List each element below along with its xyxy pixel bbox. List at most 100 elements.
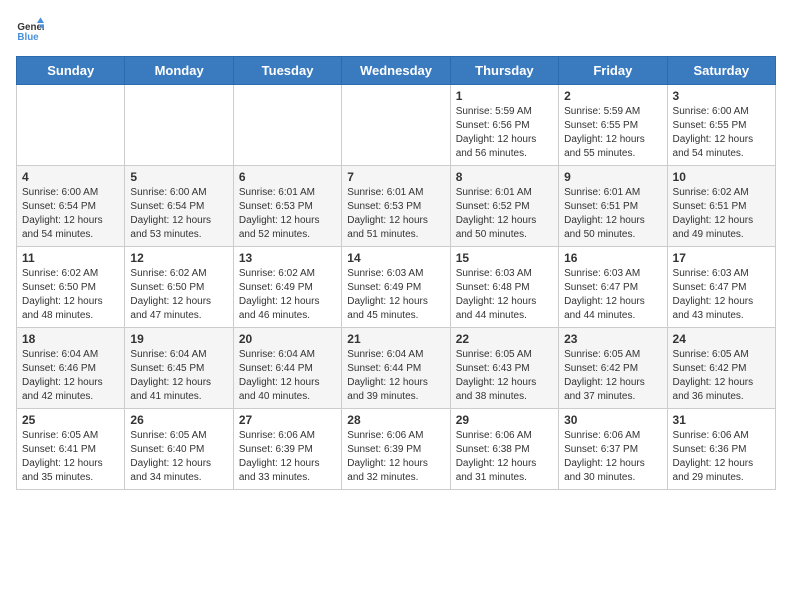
- day-header-tuesday: Tuesday: [233, 57, 341, 85]
- cell-content: Sunrise: 6:01 AM Sunset: 6:53 PM Dayligh…: [239, 186, 336, 242]
- day-number: 27: [239, 413, 336, 427]
- day-number: 30: [564, 413, 661, 427]
- calendar-week-1: 1 Sunrise: 5:59 AM Sunset: 6:56 PM Daylig…: [17, 85, 776, 166]
- calendar-cell: [233, 85, 341, 166]
- cell-content: Sunrise: 5:59 AM Sunset: 6:55 PM Dayligh…: [564, 105, 661, 161]
- cell-content: Sunrise: 6:06 AM Sunset: 6:37 PM Dayligh…: [564, 429, 661, 485]
- calendar-cell: 6 Sunrise: 6:01 AM Sunset: 6:53 PM Daylig…: [233, 166, 341, 247]
- cell-content: Sunrise: 5:59 AM Sunset: 6:56 PM Dayligh…: [456, 105, 553, 161]
- cell-content: Sunrise: 6:05 AM Sunset: 6:43 PM Dayligh…: [456, 348, 553, 404]
- calendar-cell: 9 Sunrise: 6:01 AM Sunset: 6:51 PM Daylig…: [559, 166, 667, 247]
- calendar-cell: [17, 85, 125, 166]
- calendar-cell: 17 Sunrise: 6:03 AM Sunset: 6:47 PM Dayli…: [667, 247, 775, 328]
- day-number: 23: [564, 332, 661, 346]
- calendar-cell: 15 Sunrise: 6:03 AM Sunset: 6:48 PM Dayli…: [450, 247, 558, 328]
- calendar-week-4: 18 Sunrise: 6:04 AM Sunset: 6:46 PM Dayli…: [17, 328, 776, 409]
- page-header: General Blue: [16, 16, 776, 44]
- day-number: 11: [22, 251, 119, 265]
- cell-content: Sunrise: 6:04 AM Sunset: 6:44 PM Dayligh…: [239, 348, 336, 404]
- day-number: 25: [22, 413, 119, 427]
- calendar-cell: 19Sunrise: 6:04 AM Sunset: 6:45 PM Dayli…: [125, 328, 233, 409]
- day-number: 17: [673, 251, 770, 265]
- cell-content: Sunrise: 6:04 AM Sunset: 6:46 PM Dayligh…: [22, 348, 119, 404]
- day-number: 5: [130, 170, 227, 184]
- cell-content: Sunrise: 6:02 AM Sunset: 6:49 PM Dayligh…: [239, 267, 336, 323]
- cell-content: Sunrise: 6:03 AM Sunset: 6:48 PM Dayligh…: [456, 267, 553, 323]
- cell-content: Sunrise: 6:02 AM Sunset: 6:50 PM Dayligh…: [22, 267, 119, 323]
- calendar-cell: 7Sunrise: 6:01 AM Sunset: 6:53 PM Daylig…: [342, 166, 450, 247]
- day-number: 2: [564, 89, 661, 103]
- cell-content: Sunrise: 6:01 AM Sunset: 6:53 PM Dayligh…: [347, 186, 444, 242]
- calendar-cell: 31Sunrise: 6:06 AM Sunset: 6:36 PM Dayli…: [667, 409, 775, 490]
- day-number: 14: [347, 251, 444, 265]
- cell-content: Sunrise: 6:00 AM Sunset: 6:54 PM Dayligh…: [130, 186, 227, 242]
- calendar-cell: 26 Sunrise: 6:05 AM Sunset: 6:40 PM Dayli…: [125, 409, 233, 490]
- calendar-header-row: SundayMondayTuesdayWednesdayThursdayFrid…: [17, 57, 776, 85]
- calendar-cell: 20 Sunrise: 6:04 AM Sunset: 6:44 PM Dayli…: [233, 328, 341, 409]
- cell-content: Sunrise: 6:02 AM Sunset: 6:51 PM Dayligh…: [673, 186, 770, 242]
- cell-content: Sunrise: 6:02 AM Sunset: 6:50 PM Dayligh…: [130, 267, 227, 323]
- day-header-wednesday: Wednesday: [342, 57, 450, 85]
- day-number: 1: [456, 89, 553, 103]
- day-number: 15: [456, 251, 553, 265]
- day-number: 6: [239, 170, 336, 184]
- calendar-cell: 1 Sunrise: 5:59 AM Sunset: 6:56 PM Daylig…: [450, 85, 558, 166]
- day-number: 4: [22, 170, 119, 184]
- day-number: 8: [456, 170, 553, 184]
- cell-content: Sunrise: 6:03 AM Sunset: 6:47 PM Dayligh…: [564, 267, 661, 323]
- cell-content: Sunrise: 6:04 AM Sunset: 6:44 PM Dayligh…: [347, 348, 444, 404]
- calendar-cell: 30 Sunrise: 6:06 AM Sunset: 6:37 PM Dayli…: [559, 409, 667, 490]
- cell-content: Sunrise: 6:05 AM Sunset: 6:40 PM Dayligh…: [130, 429, 227, 485]
- cell-content: Sunrise: 6:01 AM Sunset: 6:52 PM Dayligh…: [456, 186, 553, 242]
- day-number: 29: [456, 413, 553, 427]
- calendar-cell: 3Sunrise: 6:00 AM Sunset: 6:55 PM Daylig…: [667, 85, 775, 166]
- day-header-saturday: Saturday: [667, 57, 775, 85]
- cell-content: Sunrise: 6:05 AM Sunset: 6:41 PM Dayligh…: [22, 429, 119, 485]
- day-number: 9: [564, 170, 661, 184]
- day-header-sunday: Sunday: [17, 57, 125, 85]
- cell-content: Sunrise: 6:03 AM Sunset: 6:49 PM Dayligh…: [347, 267, 444, 323]
- cell-content: Sunrise: 6:06 AM Sunset: 6:39 PM Dayligh…: [347, 429, 444, 485]
- calendar-cell: 28 Sunrise: 6:06 AM Sunset: 6:39 PM Dayli…: [342, 409, 450, 490]
- day-number: 28: [347, 413, 444, 427]
- calendar-cell: 22Sunrise: 6:05 AM Sunset: 6:43 PM Dayli…: [450, 328, 558, 409]
- logo: General Blue: [16, 16, 44, 44]
- calendar-cell: 13 Sunrise: 6:02 AM Sunset: 6:49 PM Dayli…: [233, 247, 341, 328]
- cell-content: Sunrise: 6:00 AM Sunset: 6:54 PM Dayligh…: [22, 186, 119, 242]
- calendar-week-2: 4 Sunrise: 6:00 AM Sunset: 6:54 PM Daylig…: [17, 166, 776, 247]
- day-number: 19: [130, 332, 227, 346]
- calendar-cell: 23 Sunrise: 6:05 AM Sunset: 6:42 PM Dayli…: [559, 328, 667, 409]
- day-number: 20: [239, 332, 336, 346]
- calendar-cell: 12 Sunrise: 6:02 AM Sunset: 6:50 PM Dayli…: [125, 247, 233, 328]
- day-number: 18: [22, 332, 119, 346]
- calendar-cell: 4 Sunrise: 6:00 AM Sunset: 6:54 PM Daylig…: [17, 166, 125, 247]
- cell-content: Sunrise: 6:06 AM Sunset: 6:36 PM Dayligh…: [673, 429, 770, 485]
- calendar-cell: [342, 85, 450, 166]
- day-number: 24: [673, 332, 770, 346]
- svg-text:Blue: Blue: [17, 32, 39, 43]
- calendar-cell: 2 Sunrise: 5:59 AM Sunset: 6:55 PM Daylig…: [559, 85, 667, 166]
- calendar-cell: 16Sunrise: 6:03 AM Sunset: 6:47 PM Dayli…: [559, 247, 667, 328]
- calendar-cell: 5 Sunrise: 6:00 AM Sunset: 6:54 PM Daylig…: [125, 166, 233, 247]
- cell-content: Sunrise: 6:01 AM Sunset: 6:51 PM Dayligh…: [564, 186, 661, 242]
- day-number: 10: [673, 170, 770, 184]
- day-number: 12: [130, 251, 227, 265]
- cell-content: Sunrise: 6:05 AM Sunset: 6:42 PM Dayligh…: [564, 348, 661, 404]
- calendar-cell: 8 Sunrise: 6:01 AM Sunset: 6:52 PM Daylig…: [450, 166, 558, 247]
- calendar-cell: [125, 85, 233, 166]
- calendar-cell: 29Sunrise: 6:06 AM Sunset: 6:38 PM Dayli…: [450, 409, 558, 490]
- cell-content: Sunrise: 6:05 AM Sunset: 6:42 PM Dayligh…: [673, 348, 770, 404]
- calendar-week-5: 25 Sunrise: 6:05 AM Sunset: 6:41 PM Dayli…: [17, 409, 776, 490]
- calendar-cell: 10 Sunrise: 6:02 AM Sunset: 6:51 PM Dayli…: [667, 166, 775, 247]
- calendar-cell: 27Sunrise: 6:06 AM Sunset: 6:39 PM Dayli…: [233, 409, 341, 490]
- calendar-cell: 14 Sunrise: 6:03 AM Sunset: 6:49 PM Dayli…: [342, 247, 450, 328]
- cell-content: Sunrise: 6:03 AM Sunset: 6:47 PM Dayligh…: [673, 267, 770, 323]
- calendar-cell: 21Sunrise: 6:04 AM Sunset: 6:44 PM Dayli…: [342, 328, 450, 409]
- day-header-monday: Monday: [125, 57, 233, 85]
- calendar-cell: 25 Sunrise: 6:05 AM Sunset: 6:41 PM Dayli…: [17, 409, 125, 490]
- day-number: 26: [130, 413, 227, 427]
- day-number: 13: [239, 251, 336, 265]
- calendar-week-3: 11 Sunrise: 6:02 AM Sunset: 6:50 PM Dayli…: [17, 247, 776, 328]
- logo-icon: General Blue: [16, 16, 44, 44]
- calendar-cell: 24 Sunrise: 6:05 AM Sunset: 6:42 PM Dayli…: [667, 328, 775, 409]
